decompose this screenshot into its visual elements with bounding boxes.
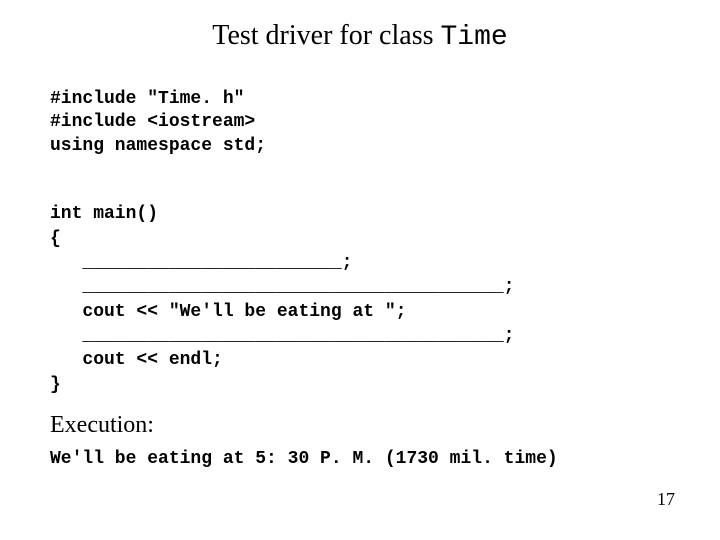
execution-output: We'll be eating at 5: 30 P. M. (1730 mil… [50,449,670,469]
title-classname: Time [440,22,507,53]
code-main: int main() { ________________________; _… [50,178,670,397]
code-cout-1: cout << "We'll be eating at "; [50,302,406,322]
code-cout-2: cout << endl; [50,350,223,370]
execution-label: Execution: [50,412,670,439]
code-blank-1: ________________________; [50,253,352,273]
code-includes: #include "Time. h" #include <iostream> u… [50,88,670,158]
code-main-open: int main() { [50,204,158,248]
slide-title: Test driver for class Time [50,20,670,53]
page-number: 17 [657,489,675,510]
title-prefix: Test driver for class [212,20,440,51]
code-main-close: } [50,375,61,395]
code-blank-2: _______________________________________; [50,277,514,297]
code-blank-3: _______________________________________; [50,326,514,346]
